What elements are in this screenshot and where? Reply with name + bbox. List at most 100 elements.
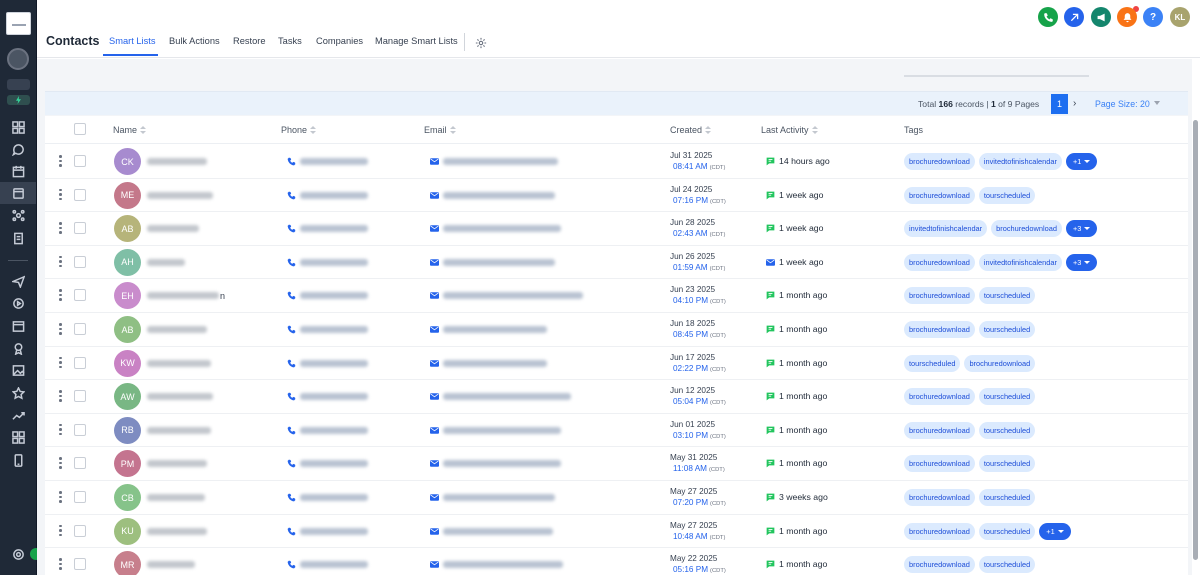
row-checkbox[interactable] xyxy=(74,255,86,268)
row-menu-icon[interactable] xyxy=(59,323,62,335)
phone-number-redacted[interactable] xyxy=(300,494,368,501)
row-checkbox[interactable] xyxy=(74,356,86,369)
payments-icon[interactable] xyxy=(0,227,36,249)
avatar[interactable]: CK xyxy=(114,148,141,175)
phone-number-redacted[interactable] xyxy=(300,191,368,199)
tag-chip[interactable]: brochuredownload xyxy=(904,186,975,204)
column-last-activity[interactable]: Last Activity xyxy=(761,125,819,135)
dashboard-icon[interactable] xyxy=(0,116,36,138)
email-redacted[interactable] xyxy=(443,158,558,165)
row-checkbox[interactable] xyxy=(74,289,86,302)
phone-number-redacted[interactable] xyxy=(300,292,368,300)
phone-number-redacted[interactable] xyxy=(300,359,368,367)
table-row[interactable]: CK Jul 31 2025 08:41 AM (CDT) 14 hours ago br… xyxy=(45,145,1188,179)
tag-chip[interactable]: tourscheduled xyxy=(978,522,1036,540)
column-phone[interactable]: Phone xyxy=(281,125,317,135)
page-size-select[interactable]: Page Size: 20 xyxy=(1095,99,1150,109)
row-menu-icon[interactable] xyxy=(59,222,62,234)
phone-number-redacted[interactable] xyxy=(300,426,368,434)
row-checkbox[interactable] xyxy=(74,188,86,201)
row-checkbox[interactable] xyxy=(74,558,86,571)
email-redacted[interactable] xyxy=(443,460,561,468)
table-row[interactable]: MR May 22 2025 05:16 PM (CDT) 1 month ago bro… xyxy=(45,548,1188,575)
more-tags-button[interactable]: +3 xyxy=(1065,253,1098,271)
email-redacted[interactable] xyxy=(443,561,563,569)
tag-chip[interactable]: invitedtofinishcalendar xyxy=(904,220,988,238)
marketing-icon[interactable] xyxy=(0,270,36,292)
tag-chip[interactable]: tourscheduled xyxy=(978,455,1036,473)
row-menu-icon[interactable] xyxy=(59,558,62,570)
email-redacted[interactable] xyxy=(443,426,561,434)
tab-restore[interactable]: Restore xyxy=(233,36,266,46)
phone-number-redacted[interactable] xyxy=(300,561,368,569)
chevron-down-icon[interactable] xyxy=(1154,101,1160,105)
sites-icon[interactable] xyxy=(0,315,36,337)
reporting-icon[interactable] xyxy=(0,404,36,426)
more-tags-button[interactable]: +3 xyxy=(1065,220,1098,238)
table-row[interactable]: CB May 27 2025 07:20 PM (CDT) 3 weeks ago bro… xyxy=(45,481,1188,515)
contact-name-redacted[interactable] xyxy=(147,258,185,266)
email-redacted[interactable] xyxy=(443,191,555,199)
email-redacted[interactable] xyxy=(443,527,553,535)
mobile-app-icon[interactable] xyxy=(0,449,36,471)
avatar[interactable]: PM xyxy=(114,450,141,478)
avatar[interactable]: AB xyxy=(114,215,141,243)
phone-icon[interactable] xyxy=(1038,7,1058,27)
avatar[interactable]: AH xyxy=(114,248,141,276)
phone-number-redacted[interactable] xyxy=(300,527,368,535)
phone-number-redacted[interactable] xyxy=(300,460,368,468)
more-tags-button[interactable]: +1 xyxy=(1065,153,1098,170)
tag-chip[interactable]: brochuredownload xyxy=(991,220,1062,238)
table-row[interactable]: ME Jul 24 2025 07:16 PM (CDT) 1 week ago broc… xyxy=(45,179,1188,213)
sort-icon[interactable] xyxy=(811,125,819,135)
tab-bulk-actions[interactable]: Bulk Actions xyxy=(169,36,220,46)
row-menu-icon[interactable] xyxy=(59,491,62,503)
email-redacted[interactable] xyxy=(443,393,571,401)
row-menu-icon[interactable] xyxy=(59,155,62,167)
avatar[interactable]: AW xyxy=(114,383,141,411)
tag-chip[interactable]: brochuredownload xyxy=(964,354,1036,372)
row-checkbox[interactable] xyxy=(74,155,86,167)
row-menu-icon[interactable] xyxy=(59,356,62,369)
table-row[interactable]: AH Jun 26 2025 01:59 AM (CDT) 1 week ago broc… xyxy=(45,246,1188,280)
tag-chip[interactable]: tourscheduled xyxy=(978,186,1036,204)
select-all-checkbox[interactable] xyxy=(74,123,86,135)
tag-chip[interactable]: tourscheduled xyxy=(978,321,1036,338)
tag-chip[interactable]: brochuredownload xyxy=(904,556,975,574)
contact-name-redacted[interactable] xyxy=(147,359,211,367)
row-checkbox[interactable] xyxy=(74,491,86,503)
conversations-icon[interactable] xyxy=(0,138,36,160)
phone-number-redacted[interactable] xyxy=(300,393,368,401)
contacts-icon[interactable] xyxy=(7,48,29,70)
row-checkbox[interactable] xyxy=(74,390,86,403)
avatar[interactable]: KW xyxy=(114,349,141,377)
reputation-icon[interactable] xyxy=(0,382,36,404)
avatar[interactable]: CB xyxy=(114,484,141,511)
sort-icon[interactable] xyxy=(310,125,317,135)
contact-name-redacted[interactable] xyxy=(147,561,195,569)
avatar[interactable]: EH xyxy=(114,282,141,310)
table-row[interactable]: KU May 27 2025 10:48 AM (CDT) 1 month ago bro… xyxy=(45,515,1188,549)
table-row[interactable]: KW Jun 17 2025 02:22 PM (CDT) 1 month ago tou… xyxy=(45,347,1188,381)
table-row[interactable]: PM May 31 2025 11:08 AM (CDT) 1 month ago bro… xyxy=(45,447,1188,481)
email-redacted[interactable] xyxy=(443,326,547,333)
table-row[interactable]: RB Jun 01 2025 03:10 PM (CDT) 1 month ago bro… xyxy=(45,414,1188,448)
avatar[interactable]: RB xyxy=(114,416,141,444)
tag-chip[interactable]: brochuredownload xyxy=(904,321,975,338)
row-menu-icon[interactable] xyxy=(59,289,62,301)
contact-name-redacted[interactable] xyxy=(147,393,213,401)
scrollbar-thumb[interactable] xyxy=(1193,120,1198,560)
tag-chip[interactable]: brochuredownload xyxy=(904,388,975,406)
tag-chip[interactable]: invitedtofinishcalendar xyxy=(978,153,1062,170)
contact-name-redacted[interactable] xyxy=(147,426,211,434)
row-menu-icon[interactable] xyxy=(59,255,62,268)
contact-name-redacted[interactable] xyxy=(147,460,207,468)
row-menu-icon[interactable] xyxy=(59,524,62,537)
table-row[interactable]: AW Jun 12 2025 05:04 PM (CDT) 1 month ago bro… xyxy=(45,380,1188,414)
help-icon[interactable]: ? xyxy=(1143,7,1163,27)
media-icon[interactable] xyxy=(0,359,36,381)
contact-name-redacted[interactable] xyxy=(147,494,205,501)
sort-icon[interactable] xyxy=(449,125,457,135)
row-checkbox[interactable] xyxy=(74,323,86,335)
integration-icon[interactable] xyxy=(1064,7,1084,27)
